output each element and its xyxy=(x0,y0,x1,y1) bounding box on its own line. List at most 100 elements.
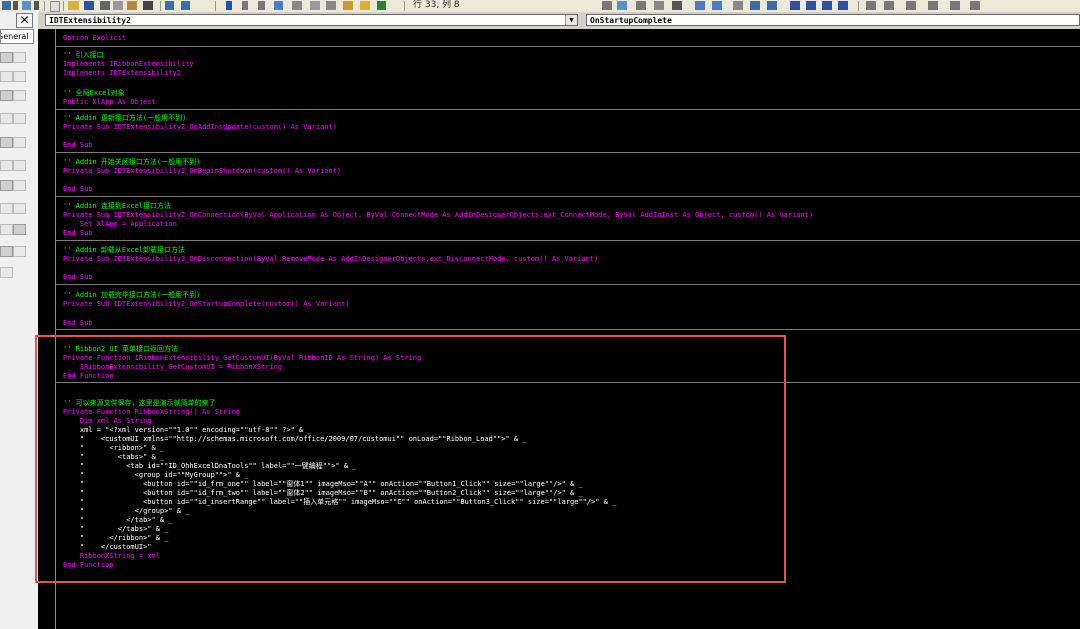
chevron-down-icon[interactable]: ▼ xyxy=(565,15,577,25)
dropdown-arrow-icon[interactable] xyxy=(34,1,39,10)
tool-icon[interactable] xyxy=(13,246,26,257)
code-line[interactable]: End Sub xyxy=(63,272,93,282)
run-icon[interactable] xyxy=(226,1,232,10)
refedit-tool-icon[interactable] xyxy=(13,203,26,214)
code-line[interactable]: Option Explicit xyxy=(63,33,126,43)
procedure-separator xyxy=(55,284,1080,285)
code-line[interactable]: Public XlApp As Object xyxy=(63,97,156,107)
object-browser-icon[interactable] xyxy=(326,1,336,10)
procedure-separator xyxy=(55,196,1080,197)
toggle-breakpoint-icon[interactable] xyxy=(733,1,743,10)
frame-tool-icon[interactable] xyxy=(0,137,13,148)
find-icon[interactable] xyxy=(143,1,153,10)
procedure-separator xyxy=(55,152,1080,153)
break-icon[interactable] xyxy=(242,1,248,10)
align-icon[interactable] xyxy=(866,1,876,10)
tool-icon[interactable] xyxy=(0,246,13,257)
checkbox-tool-icon[interactable] xyxy=(13,90,26,101)
list-properties-icon[interactable] xyxy=(602,1,612,10)
open-icon[interactable] xyxy=(68,1,79,10)
code-line[interactable]: Private Sub IDTExtensibility2_OnStartupC… xyxy=(63,299,350,309)
procedure-separator xyxy=(55,240,1080,241)
image-tool-icon[interactable] xyxy=(0,203,13,214)
quick-info-icon[interactable] xyxy=(636,1,646,10)
help-icon[interactable] xyxy=(377,1,386,10)
object-dropdown[interactable]: IDTExtensibility2 ▼ xyxy=(45,14,578,26)
code-line[interactable]: End Sub xyxy=(63,184,93,194)
properties-icon[interactable] xyxy=(310,1,320,10)
paste-icon[interactable] xyxy=(127,1,137,10)
redo-icon[interactable] xyxy=(181,1,190,10)
multipage-tool-icon[interactable] xyxy=(13,160,26,171)
insert-icon[interactable] xyxy=(22,1,31,10)
label-tool-icon[interactable] xyxy=(13,52,26,63)
size-icon[interactable] xyxy=(906,1,916,10)
tool-icon[interactable] xyxy=(0,224,13,235)
close-icon[interactable]: ✕ xyxy=(16,13,33,28)
tool-icon[interactable] xyxy=(13,224,26,235)
code-line[interactable]: End Sub xyxy=(63,318,93,328)
code-line[interactable]: End Sub xyxy=(63,140,93,150)
save-icon[interactable] xyxy=(84,1,94,10)
procedure-separator xyxy=(55,382,1080,383)
code-line[interactable]: Private Sub IDTExtensibility2_OnAddInsUp… xyxy=(63,122,337,132)
procedure-separator xyxy=(55,46,1080,47)
list-constants-icon[interactable] xyxy=(617,1,627,10)
toolbox-tab-general[interactable]: General xyxy=(0,29,34,44)
order-icon[interactable] xyxy=(950,1,960,10)
uncomment-block-icon[interactable] xyxy=(767,1,777,10)
tool-icon[interactable] xyxy=(0,267,13,278)
toolbar-separator xyxy=(63,1,64,11)
combobox-tool-icon[interactable] xyxy=(13,71,26,82)
previous-bookmark-icon[interactable] xyxy=(822,1,832,10)
textbox-tool-icon[interactable] xyxy=(0,71,13,82)
toolbox-pane: ✕ General xyxy=(0,12,39,629)
optionbutton-tool-icon[interactable] xyxy=(0,113,13,124)
complete-word-icon[interactable] xyxy=(672,1,682,10)
undo-icon[interactable] xyxy=(165,1,174,10)
spinbutton-tool-icon[interactable] xyxy=(13,180,26,191)
group-icon[interactable] xyxy=(970,1,980,10)
togglebutton-tool-icon[interactable] xyxy=(13,113,26,124)
indicator-margin[interactable] xyxy=(38,29,56,629)
listbox-tool-icon[interactable] xyxy=(0,90,13,101)
code-line[interactable]: Implements IDTExtensibility2 xyxy=(63,68,181,78)
parameter-info-icon[interactable] xyxy=(654,1,664,10)
toolbar-separator xyxy=(404,1,405,11)
toolbar-separator xyxy=(858,1,859,11)
procedure-dropdown[interactable]: OnStartupComplete xyxy=(586,14,1080,26)
tools-icon[interactable] xyxy=(360,1,370,10)
cursor-position: 行 33, 列 8 xyxy=(413,0,460,10)
code-line[interactable]: Private Sub IDTExtensibility2_OnBeginShu… xyxy=(63,166,341,176)
procedure-separator xyxy=(55,109,1080,110)
code-editor[interactable]: Option Explicit '' 引入接口 Implements IRibb… xyxy=(38,29,1080,629)
reset-icon[interactable] xyxy=(258,1,265,10)
view-object-icon[interactable] xyxy=(2,1,11,10)
zoom-icon[interactable] xyxy=(928,1,938,10)
cut-icon[interactable] xyxy=(100,1,110,10)
indent-icon[interactable] xyxy=(695,1,705,10)
code-line[interactable]: End Sub xyxy=(63,228,93,238)
code-line[interactable]: Private Sub IDTExtensibility2_OnDisconne… xyxy=(63,254,598,264)
code-line[interactable]: End Function xyxy=(63,371,114,381)
outdent-icon[interactable] xyxy=(712,1,722,10)
design-mode-icon[interactable] xyxy=(274,1,283,10)
copy-icon[interactable] xyxy=(113,1,123,10)
toggle-bookmark-icon[interactable] xyxy=(790,1,800,10)
tabstrip-tool-icon[interactable] xyxy=(0,160,13,171)
comment-block-icon[interactable] xyxy=(750,1,760,10)
clear-bookmarks-icon[interactable] xyxy=(838,1,848,10)
toolbar-separator xyxy=(44,1,45,11)
pointer-tool-icon[interactable] xyxy=(0,52,13,63)
toolbox-icon[interactable] xyxy=(343,1,353,10)
dropdown-arrow-icon[interactable] xyxy=(13,1,18,10)
code-window-header: IDTExtensibility2 ▼ OnStartupComplete xyxy=(38,12,1080,29)
next-bookmark-icon[interactable] xyxy=(806,1,816,10)
project-explorer-icon[interactable] xyxy=(292,1,302,10)
code-line[interactable]: End Function xyxy=(63,560,114,570)
toolbar-separator xyxy=(215,1,216,11)
center-icon[interactable] xyxy=(884,1,894,10)
new-icon[interactable] xyxy=(50,1,60,12)
scrollbar-tool-icon[interactable] xyxy=(0,180,13,191)
commandbutton-tool-icon[interactable] xyxy=(13,137,26,148)
